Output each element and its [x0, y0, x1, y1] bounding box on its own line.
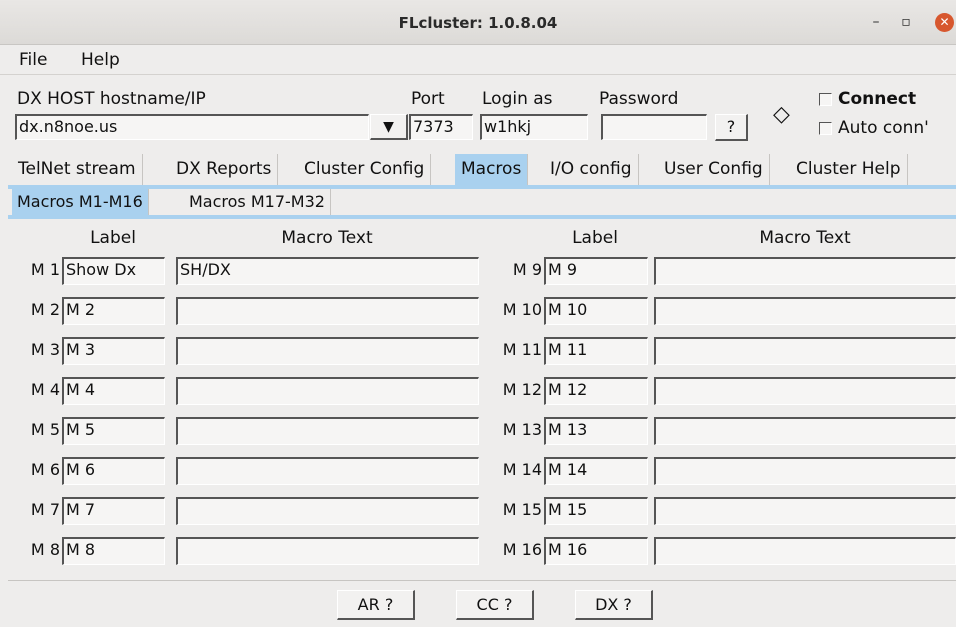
tab-underline: [8, 185, 956, 189]
macro-id-label: M 5: [30, 420, 60, 439]
close-button[interactable]: ✕: [935, 13, 954, 32]
right-label-header: Label: [572, 228, 618, 248]
macro-id-label: M 1: [30, 260, 60, 279]
tab-user-config[interactable]: User Config: [658, 154, 770, 186]
macro-label-input[interactable]: M 11: [544, 337, 648, 365]
macro-text-input[interactable]: [654, 337, 956, 365]
autoconn-label: Auto conn': [838, 118, 929, 138]
port-label: Port: [411, 89, 445, 109]
maximize-button[interactable]: ▫: [896, 12, 916, 32]
macro-label-input[interactable]: M 4: [62, 377, 165, 405]
macro-id-label: M 15: [502, 500, 542, 519]
left-macro-text-header: Macro Text: [281, 228, 373, 248]
macro-id-label: M 3: [30, 340, 60, 359]
macro-text-input[interactable]: [654, 297, 956, 325]
macro-id-label: M 10: [502, 300, 542, 319]
macro-text-input[interactable]: [176, 377, 479, 405]
macro-id-label: M 11: [502, 340, 542, 359]
menu-bar: [0, 45, 956, 75]
macro-label-input[interactable]: M 6: [62, 457, 165, 485]
host-dropdown-button[interactable]: ▼: [370, 114, 408, 140]
dx-query-button[interactable]: DX ?: [575, 590, 653, 620]
macro-id-label: M 7: [30, 500, 60, 519]
cc-query-button[interactable]: CC ?: [456, 590, 534, 620]
tab-cluster-help[interactable]: Cluster Help: [790, 154, 908, 186]
macro-text-input[interactable]: [176, 297, 479, 325]
macro-label-input[interactable]: M 12: [544, 377, 648, 405]
macro-label-input[interactable]: M 8: [62, 537, 165, 565]
macro-id-label: M 9: [512, 260, 542, 279]
host-label: DX HOST hostname/IP: [17, 89, 206, 109]
macro-id-label: M 16: [502, 540, 542, 559]
macro-id-label: M 6: [30, 460, 60, 479]
macro-text-input[interactable]: [176, 497, 479, 525]
macro-text-input[interactable]: [176, 337, 479, 365]
subtab-macros-m17-m32[interactable]: Macros M17-M32: [184, 189, 331, 216]
macro-label-input[interactable]: M 2: [62, 297, 165, 325]
macro-label-input[interactable]: M 5: [62, 417, 165, 445]
login-label: Login as: [482, 89, 553, 109]
left-label-header: Label: [90, 228, 136, 248]
tab-dx-reports[interactable]: DX Reports: [170, 154, 279, 186]
macro-label-input[interactable]: M 3: [62, 337, 165, 365]
login-input[interactable]: w1hkj: [480, 114, 588, 140]
macro-label-input[interactable]: M 14: [544, 457, 648, 485]
connect-checkbox[interactable]: [819, 93, 832, 106]
connect-label: Connect: [838, 89, 917, 109]
macro-id-label: M 13: [502, 420, 542, 439]
dropdown-arrow-icon: ▼: [383, 119, 394, 135]
macro-text-input[interactable]: [654, 537, 956, 565]
subtab-macros-m1-m16[interactable]: Macros M1-M16: [12, 189, 149, 216]
macro-label-input[interactable]: M 7: [62, 497, 165, 525]
password-input[interactable]: [601, 114, 707, 140]
macro-label-input[interactable]: M 9: [544, 257, 648, 285]
macro-text-input[interactable]: [654, 417, 956, 445]
tab-macros[interactable]: Macros: [455, 154, 529, 186]
tab-telnet-stream[interactable]: TelNet stream: [12, 154, 143, 186]
macro-id-label: M 14: [502, 460, 542, 479]
macro-label-input[interactable]: M 13: [544, 417, 648, 445]
right-macro-text-header: Macro Text: [759, 228, 851, 248]
password-label: Password: [599, 89, 679, 109]
macro-id-label: M 8: [30, 540, 60, 559]
macro-text-input[interactable]: [654, 497, 956, 525]
host-input[interactable]: dx.n8noe.us: [15, 114, 369, 140]
macro-id-label: M 12: [502, 380, 542, 399]
ar-query-button[interactable]: AR ?: [337, 590, 415, 620]
macro-text-input[interactable]: [654, 457, 956, 485]
macro-text-input[interactable]: [654, 257, 956, 285]
menu-file[interactable]: File: [19, 50, 47, 70]
bottom-separator: [8, 580, 956, 581]
macro-id-label: M 4: [30, 380, 60, 399]
macro-label-input[interactable]: M 15: [544, 497, 648, 525]
port-input[interactable]: 7373: [409, 114, 473, 140]
macro-id-label: M 2: [30, 300, 60, 319]
help-button[interactable]: ?: [715, 114, 748, 141]
macro-text-input[interactable]: [176, 417, 479, 445]
autoconn-checkbox[interactable]: [819, 122, 832, 135]
macro-text-input[interactable]: [176, 457, 479, 485]
connection-status-icon: ◇: [773, 102, 790, 127]
macro-label-input[interactable]: Show Dx: [62, 257, 165, 285]
macro-text-input[interactable]: [176, 537, 479, 565]
macro-label-input[interactable]: M 10: [544, 297, 648, 325]
window-title: FLcluster: 1.0.8.04: [398, 14, 558, 32]
menu-help[interactable]: Help: [81, 50, 120, 70]
subtab-underline: [8, 215, 956, 219]
macro-text-input[interactable]: [654, 377, 956, 405]
tab-cluster-config[interactable]: Cluster Config: [298, 154, 432, 186]
tab-io-config[interactable]: I/O config: [544, 154, 639, 186]
minimize-button[interactable]: –: [866, 12, 886, 32]
macro-text-input[interactable]: SH/DX: [176, 257, 479, 285]
macro-label-input[interactable]: M 16: [544, 537, 648, 565]
